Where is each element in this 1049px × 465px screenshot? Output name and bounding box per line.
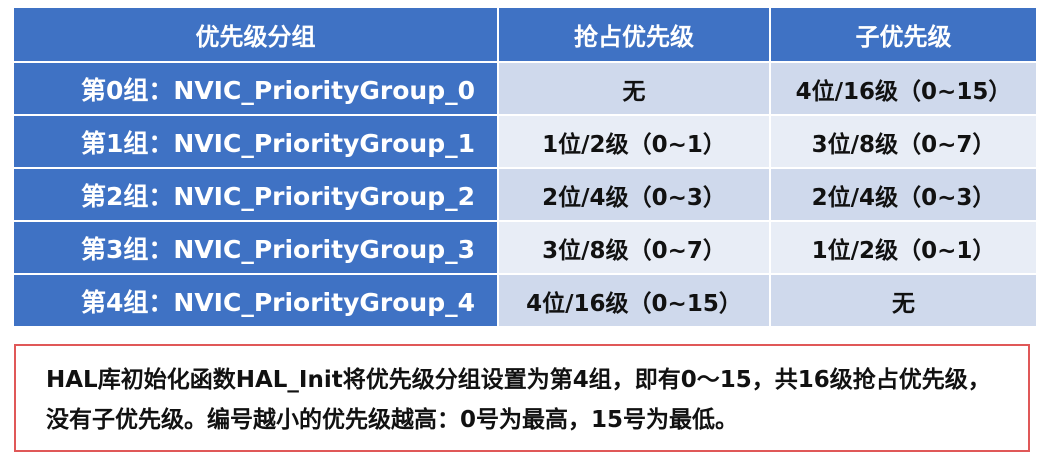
sub-priority-cell: 3位/8级（0~7） bbox=[769, 114, 1038, 169]
table-row: 第1组：NVIC_PriorityGroup_1 1位/2级（0~1） 3位/8… bbox=[12, 114, 1038, 169]
table-row: 第2组：NVIC_PriorityGroup_2 2位/4级（0~3） 2位/4… bbox=[12, 167, 1038, 222]
group-cell: 第0组：NVIC_PriorityGroup_0 bbox=[12, 61, 499, 116]
header-preemption-priority: 抢占优先级 bbox=[497, 6, 771, 63]
group-cell: 第4组：NVIC_PriorityGroup_4 bbox=[12, 273, 499, 328]
sub-priority-cell: 4位/16级（0~15） bbox=[769, 61, 1038, 116]
group-cell: 第1组：NVIC_PriorityGroup_1 bbox=[12, 114, 499, 169]
sub-priority-cell: 2位/4级（0~3） bbox=[769, 167, 1038, 222]
preemption-cell: 3位/8级（0~7） bbox=[497, 220, 771, 275]
preemption-cell: 无 bbox=[497, 61, 771, 116]
table-header-row: 优先级分组 抢占优先级 子优先级 bbox=[12, 6, 1038, 63]
priority-group-table-container: 优先级分组 抢占优先级 子优先级 第0组：NVIC_PriorityGroup_… bbox=[12, 6, 1038, 328]
group-cell: 第2组：NVIC_PriorityGroup_2 bbox=[12, 167, 499, 222]
table-row: 第3组：NVIC_PriorityGroup_3 3位/8级（0~7） 1位/2… bbox=[12, 220, 1038, 275]
priority-group-table: 优先级分组 抢占优先级 子优先级 第0组：NVIC_PriorityGroup_… bbox=[12, 6, 1038, 328]
preemption-cell: 1位/2级（0~1） bbox=[497, 114, 771, 169]
note-box: HAL库初始化函数HAL_Init将优先级分组设置为第4组，即有0～15，共16… bbox=[14, 344, 1030, 452]
table-row: 第4组：NVIC_PriorityGroup_4 4位/16级（0~15） 无 bbox=[12, 273, 1038, 328]
table-row: 第0组：NVIC_PriorityGroup_0 无 4位/16级（0~15） bbox=[12, 61, 1038, 116]
preemption-cell: 2位/4级（0~3） bbox=[497, 167, 771, 222]
header-sub-priority: 子优先级 bbox=[769, 6, 1038, 63]
preemption-cell: 4位/16级（0~15） bbox=[497, 273, 771, 328]
sub-priority-cell: 1位/2级（0~1） bbox=[769, 220, 1038, 275]
sub-priority-cell: 无 bbox=[769, 273, 1038, 328]
group-cell: 第3组：NVIC_PriorityGroup_3 bbox=[12, 220, 499, 275]
note-text: HAL库初始化函数HAL_Init将优先级分组设置为第4组，即有0～15，共16… bbox=[46, 367, 991, 433]
header-priority-group: 优先级分组 bbox=[12, 6, 499, 63]
